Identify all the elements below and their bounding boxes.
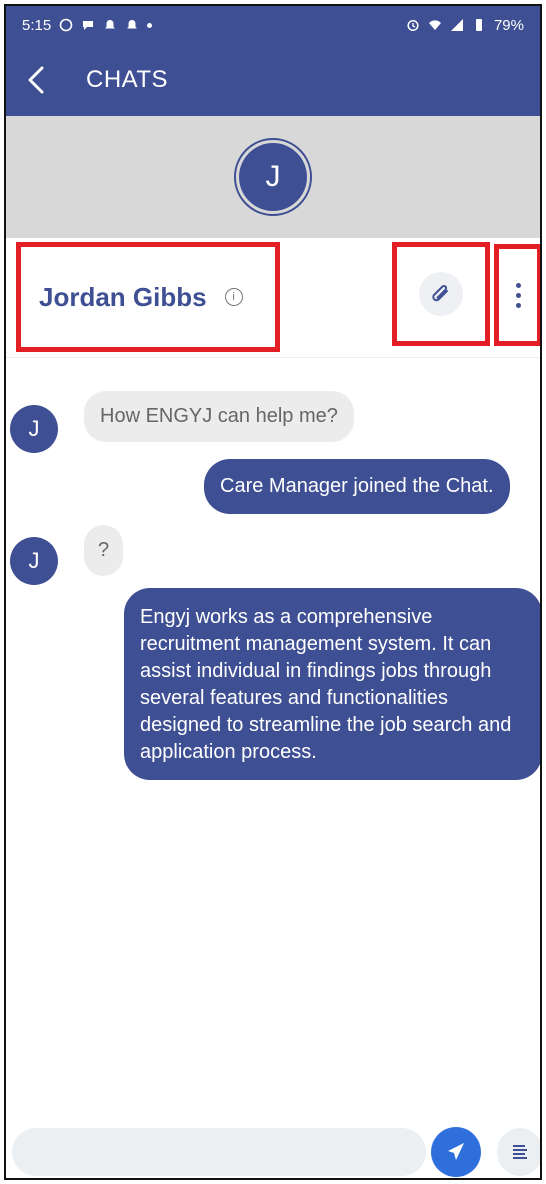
more-options-button[interactable]: [494, 244, 540, 346]
battery-icon: [475, 19, 482, 31]
status-time: 5:15: [22, 16, 52, 34]
whatsapp-icon: [59, 18, 73, 32]
contact-name-area[interactable]: Jordan Gibbs i: [16, 242, 280, 352]
battery-level: 79%: [493, 16, 524, 34]
more-vert-icon: [515, 302, 521, 308]
outgoing-message: Engyj works as a comprehensive recruitme…: [124, 588, 540, 780]
incoming-message: How ENGYJ can help me?: [84, 391, 354, 442]
info-icon[interactable]: i: [224, 288, 243, 306]
chat-header: Jordan Gibbs i: [6, 238, 540, 358]
alarm-icon: [407, 19, 419, 32]
menu-button[interactable]: [497, 1128, 540, 1176]
message-icon: [83, 21, 94, 30]
header-bar: 5:15 79% CHATS: [6, 6, 540, 116]
incoming-message: ?: [84, 525, 124, 576]
more-vert-icon: [515, 292, 521, 298]
notification-bell-icon: [105, 20, 116, 29]
contact-name: Jordan Gibbs: [39, 281, 207, 312]
chevron-left-icon: [28, 66, 44, 94]
send-button[interactable]: [431, 1127, 481, 1177]
more-notifications-dot: [147, 22, 153, 28]
contact-avatar-initial: J: [239, 143, 307, 211]
phone-screen: 5:15 79% CHATS J Jordan Gibbs i J How EN…: [4, 4, 542, 1180]
menu-lines-icon: [513, 1145, 527, 1159]
more-vert-icon: [515, 282, 521, 288]
app-bar: CHATS: [6, 50, 540, 110]
outgoing-message: Care Manager joined the Chat.: [204, 459, 510, 514]
cell-signal-icon: [450, 19, 463, 31]
sender-avatar: J: [10, 537, 58, 585]
attach-area: [392, 242, 490, 346]
paperclip-icon: [432, 285, 448, 302]
contact-avatar[interactable]: J: [234, 138, 312, 216]
page-title: CHATS: [86, 66, 169, 93]
back-button[interactable]: [6, 50, 66, 110]
attach-button[interactable]: [419, 272, 463, 316]
wifi-icon: [428, 20, 441, 30]
send-icon: [448, 1143, 464, 1160]
sender-avatar: J: [10, 405, 58, 453]
notification-bell-icon: [127, 20, 138, 29]
contact-avatar-strip: J: [6, 116, 540, 238]
message-input[interactable]: [12, 1128, 426, 1176]
status-bar: 5:15 79%: [6, 6, 540, 44]
